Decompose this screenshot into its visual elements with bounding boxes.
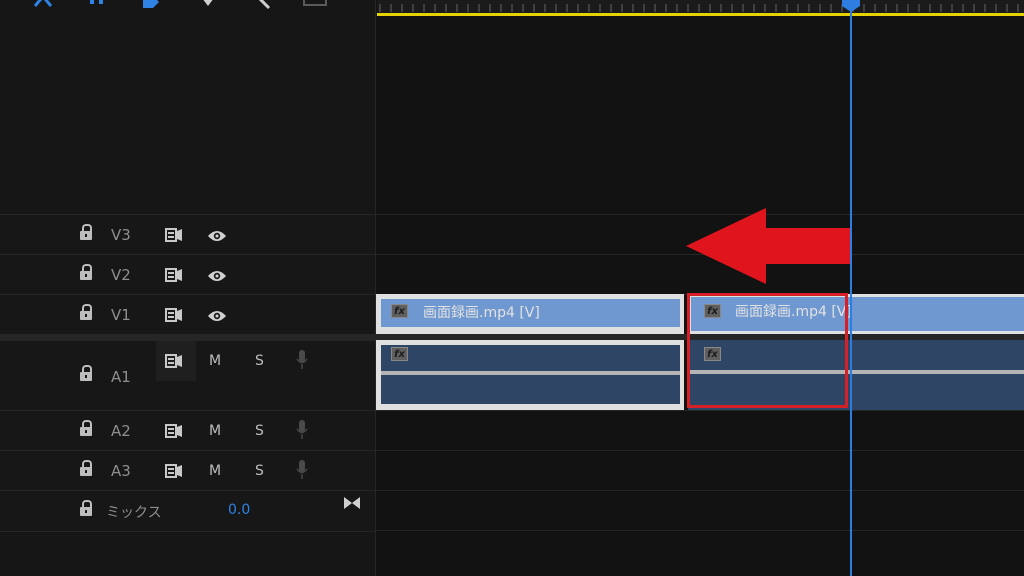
audio-clip-1[interactable]: fx [381,345,680,404]
lock-icon[interactable] [80,500,92,516]
track-header-panel: V3 V2 V1 A1 M S A2 M S A3 M S ミックス 0.0 [0,0,375,576]
ruler-ticks [379,4,1019,12]
playhead[interactable] [850,0,852,576]
insert-icon[interactable] [87,0,107,10]
microphone-icon[interactable] [296,460,308,480]
track-header-mix[interactable]: ミックス 0.0 [0,490,375,532]
mix-volume-value[interactable]: 0.0 [228,502,250,518]
track-name: V2 [111,266,131,284]
track-line [376,450,1024,451]
audio-clip-1-selection[interactable]: fx [376,340,684,410]
mute-button[interactable]: M [209,353,221,369]
track-header-a1[interactable]: A1 M S [0,340,375,411]
snap-icon[interactable] [32,0,54,10]
sync-lock-icon[interactable] [165,354,183,368]
video-clip-1[interactable]: fx 画面録画.mp4 [V] [381,299,680,327]
mute-button[interactable]: M [209,463,221,479]
track-line [376,410,1024,411]
left-arrow-annotation [686,208,850,284]
clip-label: 画面録画.mp4 [V] [423,305,540,321]
solo-button[interactable]: S [255,463,264,479]
fx-badge[interactable]: fx [391,347,408,361]
eye-icon[interactable] [207,309,227,323]
lock-icon[interactable] [80,365,92,381]
track-line [376,490,1024,491]
lock-icon[interactable] [80,420,92,436]
fx-badge[interactable]: fx [391,304,408,318]
wrench-icon[interactable] [251,0,273,10]
track-header-a2[interactable]: A2 M S [0,410,375,451]
track-header-v2[interactable]: V2 [0,254,375,295]
track-header-v3[interactable]: V3 [0,214,375,255]
linked-selection-icon[interactable] [141,0,163,10]
eye-icon[interactable] [207,269,227,283]
sync-lock-icon[interactable] [165,424,183,438]
lock-icon[interactable] [80,264,92,280]
solo-button[interactable]: S [255,423,264,439]
track-name: V3 [111,226,131,244]
work-area-bar[interactable] [377,13,1024,16]
track-header-a3[interactable]: A3 M S [0,450,375,491]
lock-icon[interactable] [80,304,92,320]
sync-lock-icon[interactable] [165,268,183,282]
sync-lock-icon[interactable] [165,464,183,478]
track-header-v1[interactable]: V1 [0,294,375,335]
microphone-icon[interactable] [296,420,308,440]
sync-lock-icon[interactable] [165,308,183,322]
lock-icon[interactable] [80,224,92,240]
track-name: A1 [111,368,131,386]
marker-icon[interactable] [200,0,216,10]
solo-button[interactable]: S [255,353,264,369]
track-line [376,530,1024,531]
lock-icon[interactable] [80,460,92,476]
video-clip-1-selection[interactable]: fx 画面録画.mp4 [V] [376,294,684,334]
track-name: ミックス [106,505,162,521]
sync-lock-icon[interactable] [165,228,183,242]
eye-icon[interactable] [207,229,227,243]
mute-button[interactable]: M [209,423,221,439]
playhead-handle[interactable] [841,0,861,14]
bowtie-icon[interactable] [343,496,361,510]
audio-channel-divider [381,371,680,375]
captions-icon[interactable] [303,0,327,10]
highlight-box [687,293,848,408]
time-ruler[interactable] [377,0,1024,14]
track-name: V1 [111,306,131,324]
track-name: A2 [111,422,131,440]
track-name: A3 [111,462,131,480]
microphone-icon[interactable] [296,350,308,370]
